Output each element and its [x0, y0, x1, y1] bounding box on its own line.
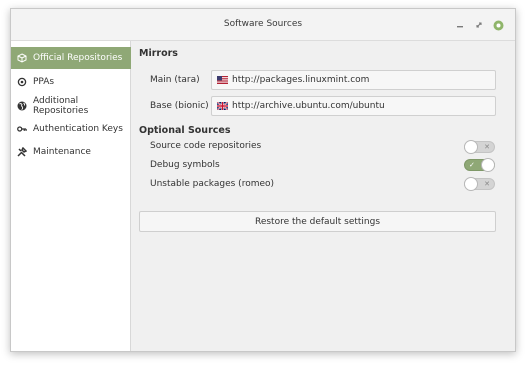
toggle-off-icon: ✕: [484, 143, 490, 151]
key-icon: [17, 124, 27, 134]
base-mirror-label: Base (bionic): [150, 101, 209, 111]
toggle-knob: [481, 158, 495, 172]
us-flag-icon: [217, 76, 228, 84]
main-mirror-label: Main (tara): [150, 75, 200, 85]
debug-symbols-toggle[interactable]: ✓: [464, 158, 495, 172]
sidebar-item-maintenance[interactable]: Maintenance: [11, 141, 131, 163]
sidebar-item-label: Maintenance: [33, 147, 91, 157]
package-icon: [17, 53, 27, 63]
sidebar-item-official-repositories[interactable]: Official Repositories: [11, 47, 131, 69]
title-bar[interactable]: Software Sources: [11, 9, 515, 41]
sidebar-item-label: PPAs: [33, 77, 55, 87]
mirrors-heading: Mirrors: [139, 48, 178, 59]
base-mirror-button[interactable]: http://archive.ubuntu.com/ubuntu: [211, 96, 496, 116]
software-sources-window: Software Sources Official Repositories P…: [10, 8, 516, 352]
base-mirror-url: http://archive.ubuntu.com/ubuntu: [232, 101, 385, 111]
sidebar-item-label: Additional Repositories: [33, 96, 89, 116]
main-mirror-button[interactable]: http://packages.linuxmint.com: [211, 70, 496, 90]
main-mirror-url: http://packages.linuxmint.com: [232, 75, 370, 85]
sidebar: Official Repositories PPAs Additional Re…: [11, 41, 131, 351]
sidebar-item-label: Official Repositories: [33, 53, 123, 63]
sidebar-item-label: Authentication Keys: [33, 124, 123, 134]
globe-icon: [17, 101, 27, 111]
unstable-packages-label: Unstable packages (romeo): [150, 179, 275, 189]
toggle-on-icon: ✓: [469, 161, 475, 169]
sidebar-item-authentication-keys[interactable]: Authentication Keys: [11, 118, 131, 140]
debug-symbols-label: Debug symbols: [150, 160, 220, 170]
tools-icon: [17, 147, 27, 157]
sidebar-item-additional-repositories[interactable]: Additional Repositories: [11, 95, 131, 117]
source-code-toggle[interactable]: ✕: [464, 140, 495, 154]
source-code-label: Source code repositories: [150, 141, 262, 151]
toggle-off-icon: ✕: [484, 180, 490, 188]
restore-defaults-button[interactable]: Restore the default settings: [139, 211, 496, 232]
minimize-icon[interactable]: [454, 19, 466, 31]
unstable-packages-toggle[interactable]: ✕: [464, 177, 495, 191]
uk-flag-icon: [216, 101, 229, 111]
close-icon[interactable]: [492, 19, 504, 31]
sidebar-item-ppas[interactable]: PPAs: [11, 71, 131, 93]
maximize-icon[interactable]: [473, 19, 485, 31]
toggle-knob: [464, 177, 478, 191]
main-panel: Mirrors Main (tara) http://packages.linu…: [132, 41, 515, 351]
toggle-knob: [464, 140, 478, 154]
ppa-icon: [17, 77, 27, 87]
optional-sources-heading: Optional Sources: [139, 125, 231, 136]
window-title: Software Sources: [223, 19, 303, 29]
